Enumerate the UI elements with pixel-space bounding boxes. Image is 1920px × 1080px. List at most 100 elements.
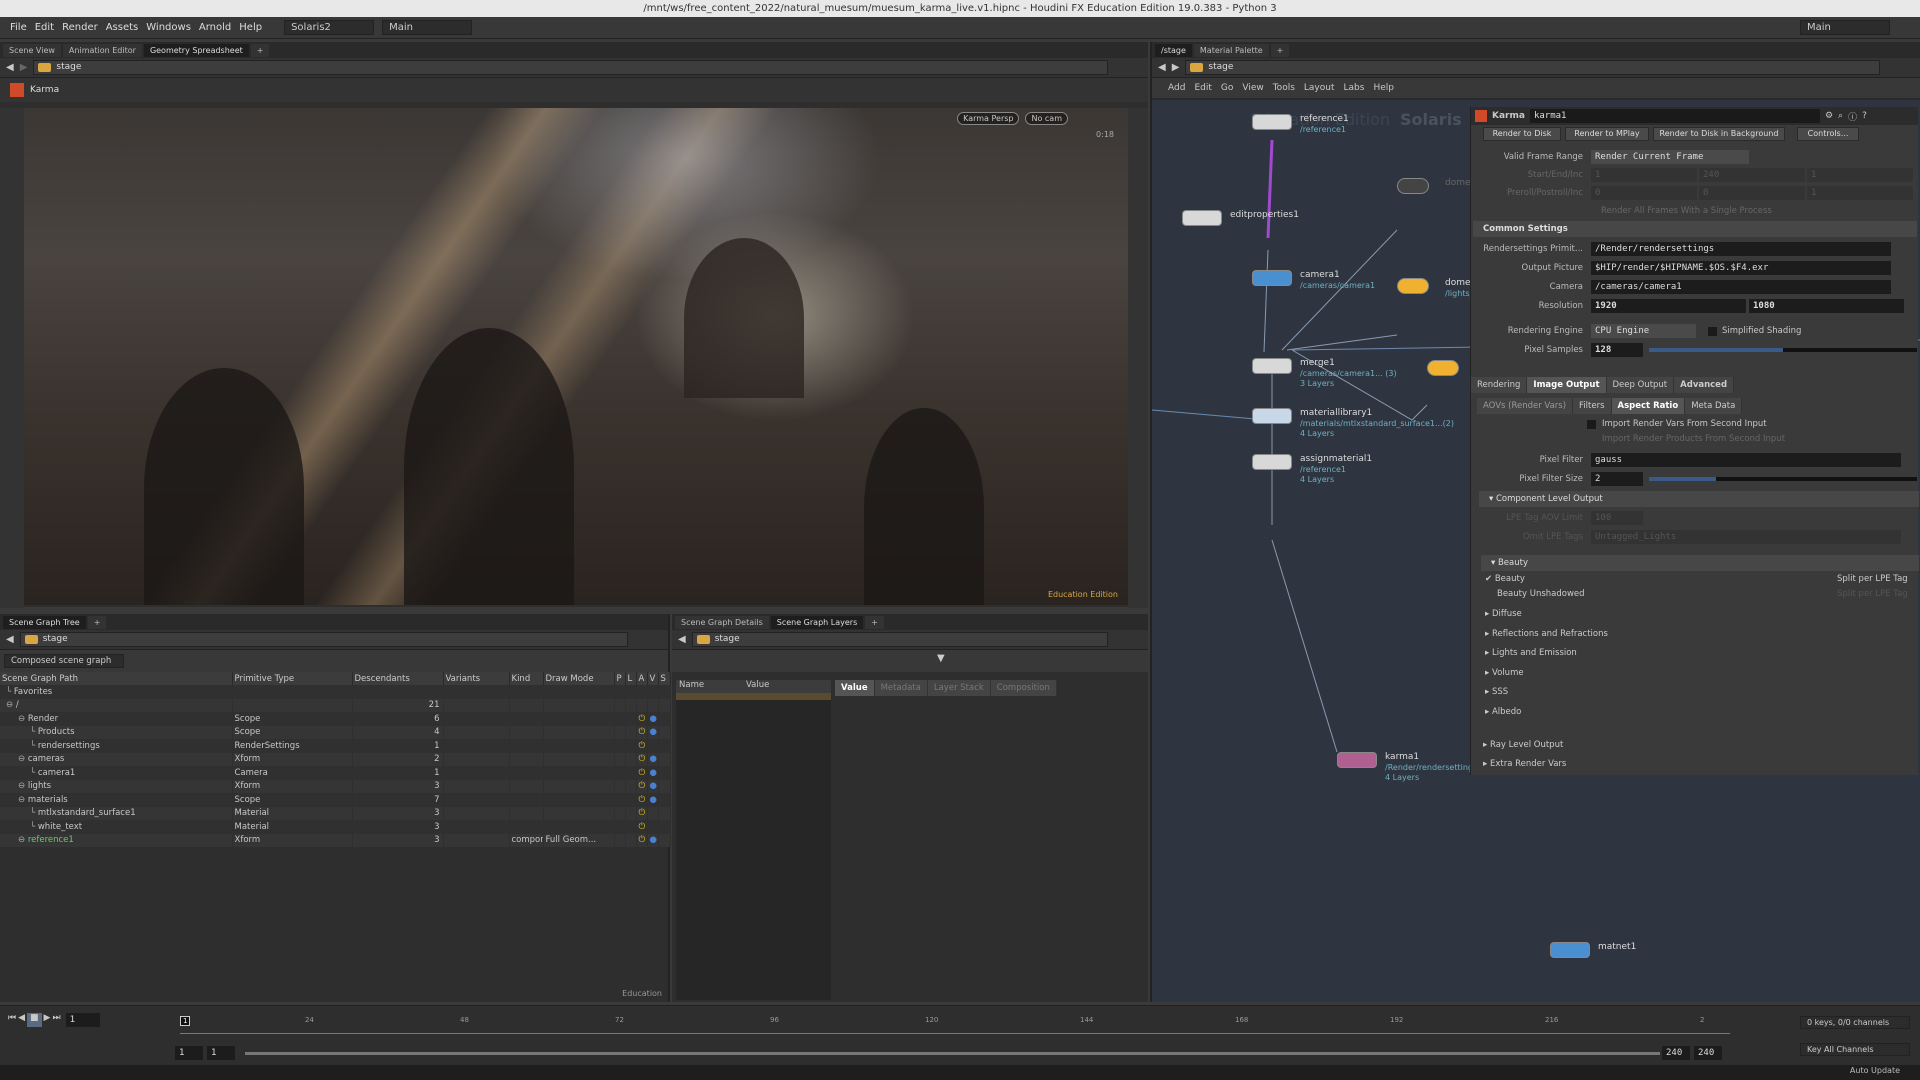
end-frame-field-2[interactable]: 240 xyxy=(1694,1046,1722,1060)
expand-icon[interactable]: ⊖ xyxy=(18,781,28,791)
folder-lights-and-emission[interactable]: ▸ Lights and Emission xyxy=(1485,648,1577,658)
back-icon[interactable]: ◀ xyxy=(6,62,14,73)
net-menu-labs[interactable]: Labs xyxy=(1344,83,1365,93)
visibility-toggle-icon[interactable] xyxy=(647,698,659,712)
visibility-toggle-icon[interactable] xyxy=(647,806,659,820)
desktop-select[interactable]: Solaris2 xyxy=(284,20,375,35)
draw-mode[interactable] xyxy=(543,766,615,780)
ray-level-output-folder[interactable]: ▸ Ray Level Output xyxy=(1483,740,1563,750)
lpe-limit-field[interactable]: 100 xyxy=(1591,511,1643,525)
expand-icon[interactable]: └ xyxy=(6,687,14,697)
play-button[interactable]: ▶ xyxy=(44,1013,51,1027)
table-row[interactable]: ⊖ materials Scope 7 ⏻ ● xyxy=(0,793,671,807)
key-all-channels-select[interactable]: Key All Channels xyxy=(1800,1043,1910,1056)
pixel-filter-size-slider[interactable] xyxy=(1649,477,1917,481)
column-header[interactable]: Variants xyxy=(443,672,510,685)
end-frame-field[interactable]: 240 xyxy=(1662,1046,1690,1060)
table-row[interactable]: └ white_text Material 3 ⏻ xyxy=(0,820,671,834)
draw-mode[interactable] xyxy=(543,779,615,793)
expand-icon[interactable]: ⊖ xyxy=(18,754,28,764)
table-row[interactable]: └ camera1 Camera 1 ⏻ ● xyxy=(0,766,671,780)
active-toggle-icon[interactable]: ⏻ xyxy=(636,739,648,753)
active-toggle-icon[interactable]: ⏻ xyxy=(636,833,648,847)
node-body[interactable] xyxy=(1427,360,1459,376)
tab-metadata[interactable]: Metadata xyxy=(874,680,928,696)
output-picture-field[interactable]: $HIP/render/$HIPNAME.$OS.$F4.exr xyxy=(1591,261,1891,275)
menu-file[interactable]: File xyxy=(10,22,27,33)
active-toggle-icon[interactable]: ⏻ xyxy=(636,779,648,793)
expand-icon[interactable]: ⊖ xyxy=(6,700,16,710)
visibility-toggle-icon[interactable]: ● xyxy=(647,712,659,726)
node-body[interactable] xyxy=(1252,454,1292,470)
net-menu-tools[interactable]: Tools xyxy=(1273,83,1295,93)
net-menu-view[interactable]: View xyxy=(1242,83,1263,93)
column-header[interactable]: Kind xyxy=(509,672,544,685)
menu-arnold[interactable]: Arnold xyxy=(199,22,231,33)
net-menu-go[interactable]: Go xyxy=(1221,83,1233,93)
column-name[interactable]: Name xyxy=(676,680,746,693)
beauty-unshadowed-checkbox[interactable]: Beauty Unshadowed xyxy=(1497,589,1585,599)
controls-button[interactable]: Controls... xyxy=(1797,127,1859,141)
start-frame-field-2[interactable]: 1 xyxy=(207,1046,235,1060)
split-lpe-checkbox[interactable]: Split per LPE Tag xyxy=(1837,574,1908,584)
viewport-right-toolbar[interactable] xyxy=(1128,108,1148,608)
node-body[interactable] xyxy=(1252,358,1292,374)
active-toggle-icon[interactable]: ⏻ xyxy=(636,752,648,766)
end-field[interactable]: 240 xyxy=(1699,168,1805,182)
column-header[interactable]: L xyxy=(625,672,637,685)
active-toggle-icon[interactable]: ⏻ xyxy=(636,712,648,726)
node-body[interactable] xyxy=(1252,408,1292,424)
visibility-toggle-icon[interactable]: ● xyxy=(647,766,659,780)
path-input[interactable]: stage xyxy=(19,632,628,647)
add-tab-button[interactable]: + xyxy=(87,615,107,629)
draw-mode[interactable] xyxy=(543,739,615,753)
active-toggle-icon[interactable] xyxy=(636,698,648,712)
tab-advanced[interactable]: Advanced xyxy=(1674,377,1735,393)
component-level-output-folder[interactable]: ▾ Component Level Output xyxy=(1479,491,1919,507)
camera-menu[interactable]: Karma Persp xyxy=(957,112,1020,125)
jump-start-button[interactable]: ⏮ xyxy=(8,1013,16,1027)
tab-layer-stack[interactable]: Layer Stack xyxy=(927,680,991,696)
pixel-filter-field[interactable]: gauss xyxy=(1591,453,1901,467)
forward-icon[interactable]: ▶ xyxy=(20,62,28,73)
menu-help[interactable]: Help xyxy=(239,22,262,33)
draw-mode[interactable] xyxy=(543,685,615,699)
expand-icon[interactable]: ⊖ xyxy=(18,795,28,805)
table-row[interactable]: └ Products Scope 4 ⏻ ● xyxy=(0,725,671,739)
cam-menu[interactable]: No cam xyxy=(1025,112,1068,125)
draw-mode[interactable] xyxy=(543,752,615,766)
pixel-samples-field[interactable]: 128 xyxy=(1591,343,1643,357)
active-toggle-icon[interactable]: ⏻ xyxy=(636,766,648,780)
table-row[interactable]: ⊖ / 21 xyxy=(0,698,671,712)
visibility-toggle-icon[interactable]: ● xyxy=(647,793,659,807)
jump-end-button[interactable]: ⏭ xyxy=(52,1013,60,1027)
visibility-toggle-icon[interactable]: ● xyxy=(647,752,659,766)
menu-assets[interactable]: Assets xyxy=(106,22,139,33)
add-tab-button[interactable]: + xyxy=(250,43,270,57)
play-reverse-button[interactable]: ◀ xyxy=(18,1013,25,1027)
folder-diffuse[interactable]: ▸ Diffuse xyxy=(1485,609,1522,619)
draw-mode[interactable] xyxy=(543,806,615,820)
node-body[interactable] xyxy=(1397,278,1429,294)
gear-icon[interactable]: ⚙ xyxy=(1825,111,1833,121)
range-slider[interactable] xyxy=(245,1052,1660,1055)
camera-field[interactable]: /cameras/camera1 xyxy=(1591,280,1891,294)
search-icon[interactable]: ⌕ xyxy=(1838,111,1843,121)
import-render-products-checkbox[interactable]: Import Render Products From Second Input xyxy=(1471,431,1919,447)
tab-deep-output[interactable]: Deep Output xyxy=(1606,377,1675,393)
back-icon[interactable]: ◀ xyxy=(678,634,686,645)
column-header[interactable]: Scene Graph Path xyxy=(0,672,233,685)
import-render-vars-checkbox[interactable] xyxy=(1587,419,1596,429)
add-tab-button[interactable]: + xyxy=(865,615,884,629)
menu-render[interactable]: Render xyxy=(62,22,98,33)
right-context-select[interactable]: Main xyxy=(1800,20,1890,35)
folder-reflections-and-refractions[interactable]: ▸ Reflections and Refractions xyxy=(1485,629,1608,639)
draw-mode[interactable] xyxy=(543,712,615,726)
expand-icon[interactable]: └ xyxy=(30,808,38,818)
table-row[interactable]: ⊖ Render Scope 6 ⏻ ● xyxy=(0,712,671,726)
split-lpe-unshadowed-checkbox[interactable]: Split per LPE Tag xyxy=(1837,589,1908,599)
visibility-toggle-icon[interactable] xyxy=(647,820,659,834)
menu-edit[interactable]: Edit xyxy=(35,22,54,33)
active-toggle-icon[interactable] xyxy=(636,685,648,699)
menu-windows[interactable]: Windows xyxy=(146,22,191,33)
